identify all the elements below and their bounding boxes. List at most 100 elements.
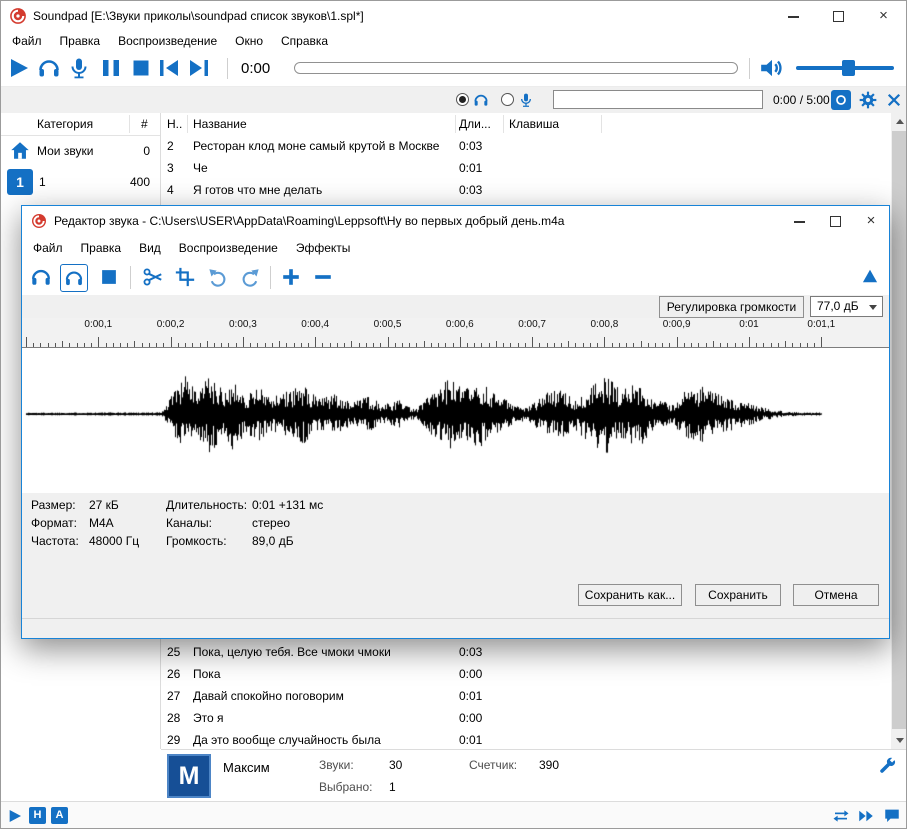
category-header-count[interactable]: # [141, 113, 148, 135]
recording-time: 0:00 / 5:00 [773, 93, 830, 107]
previous-button[interactable] [157, 56, 181, 80]
menu-item[interactable]: Окно [226, 31, 272, 51]
minimize-button[interactable] [781, 206, 817, 236]
cancel-recording-button[interactable] [885, 91, 903, 109]
next-icon [187, 56, 211, 80]
category-label: 1 [39, 175, 46, 189]
category-header-name[interactable]: Категория [37, 113, 93, 135]
category-item-my-sounds[interactable]: Мои звуки 0 [1, 137, 160, 165]
menu-item[interactable]: Воспроизведение [109, 31, 226, 51]
ruler-tick [242, 337, 244, 347]
stop-icon [98, 266, 120, 288]
pause-button[interactable] [99, 56, 123, 80]
menu-item[interactable]: Файл [24, 236, 72, 261]
fast-forward-icon [857, 807, 875, 825]
waveform-area[interactable] [22, 347, 889, 493]
seek-slider[interactable] [294, 62, 738, 74]
menu-item[interactable]: Файл [3, 31, 51, 51]
size-label: Размер: [31, 498, 76, 512]
play-on-mic-button[interactable] [67, 56, 91, 80]
settings-button[interactable] [858, 90, 878, 110]
ruler-tick [459, 337, 461, 347]
scroll-down-button[interactable] [891, 732, 906, 749]
sound-rows-bottom: 25 Пока, целую тебя. Все чмоки чмоки 0:03 2… [161, 641, 891, 749]
close-button[interactable]: × [861, 1, 906, 31]
scrollbar-thumb[interactable] [892, 131, 906, 729]
menu-item[interactable]: Справка [272, 31, 337, 51]
radio-microphone[interactable] [501, 93, 514, 106]
volume-level-combobox[interactable]: 77,0 дБ [810, 296, 883, 317]
column-name[interactable]: Название [193, 113, 247, 135]
search-input[interactable] [553, 90, 763, 109]
badge-autostart[interactable]: A [51, 807, 68, 824]
play-button[interactable] [7, 56, 31, 80]
sound-row[interactable]: 2 Ресторан клод моне самый крутой в Москв… [161, 135, 891, 157]
chevron-down-icon [869, 305, 877, 310]
zoom-out-button[interactable] [312, 266, 334, 288]
record-button[interactable] [831, 90, 851, 110]
sound-row[interactable]: 27 Давай спокойно поговорим 0:01 [161, 685, 891, 707]
menu-item[interactable]: Правка [51, 31, 110, 51]
sound-row[interactable]: 4Я готов что мне делать 0:03 [161, 179, 891, 201]
radio-speakers[interactable] [456, 93, 469, 106]
autoplay-button[interactable] [7, 808, 23, 824]
save-button[interactable]: Сохранить [695, 584, 781, 606]
sound-row[interactable]: 25 Пока, целую тебя. Все чмоки чмоки 0:03 [161, 641, 891, 663]
elapsed-time: 0:00 [241, 60, 271, 77]
save-as-button[interactable]: Сохранить как... [578, 584, 682, 606]
minimize-button[interactable] [771, 1, 816, 31]
feedback-button[interactable] [883, 807, 901, 825]
trim-button[interactable] [174, 266, 196, 288]
avatar[interactable]: M [167, 754, 211, 798]
close-button[interactable]: × [853, 206, 889, 236]
separator [130, 266, 131, 289]
preview-button[interactable] [30, 266, 52, 288]
sound-editor-dialog: Редактор звука - C:\Users\USER\AppData\R… [21, 205, 890, 639]
column-duration[interactable]: Дли... [459, 113, 491, 135]
play-on-speakers-button[interactable] [37, 56, 61, 80]
expand-panel-button[interactable] [860, 266, 880, 286]
redo-button[interactable] [238, 266, 260, 288]
ruler-tick [532, 337, 534, 347]
fast-forward-button[interactable] [857, 807, 875, 825]
editor-volume-row: Регулировка громкости 77,0 дБ [22, 295, 889, 318]
stop-button[interactable] [129, 56, 153, 80]
sound-row[interactable]: 28 Это я 0:00 [161, 707, 891, 729]
next-button[interactable] [187, 56, 211, 80]
main-titlebar: Soundpad [E:\Звуки приколы\soundpad спис… [1, 1, 906, 31]
wrench-icon [878, 756, 898, 776]
sound-row[interactable]: 3 Че 0:01 [161, 157, 891, 179]
list-scrollbar[interactable] [891, 113, 906, 749]
loop-icon [832, 807, 850, 825]
cancel-button[interactable]: Отмена [793, 584, 879, 606]
stop-button[interactable] [98, 266, 120, 288]
menu-item[interactable]: Правка [72, 236, 131, 261]
volume-adjust-button[interactable]: Регулировка громкости [659, 296, 804, 318]
maximize-button[interactable] [817, 206, 853, 236]
category-item-1[interactable]: 1 1 400 [1, 167, 160, 197]
column-hotkey[interactable]: Клавиша [509, 113, 559, 135]
editor-titlebar: Редактор звука - C:\Users\USER\AppData\R… [22, 206, 889, 236]
maximize-button[interactable] [816, 1, 861, 31]
menu-item[interactable]: Эффекты [287, 236, 360, 261]
cut-button[interactable] [142, 266, 164, 288]
undo-button[interactable] [208, 266, 230, 288]
sound-row[interactable]: 29 Да это вообще случайность была 0:01 [161, 729, 891, 749]
badge-hotkeys[interactable]: H [29, 807, 46, 824]
zoom-in-button[interactable] [280, 266, 302, 288]
sound-row[interactable]: 26 Пока 0:00 [161, 663, 891, 685]
menu-item[interactable]: Воспроизведение [170, 236, 287, 261]
scroll-up-button[interactable] [891, 113, 906, 130]
menu-item[interactable]: Вид [130, 236, 170, 261]
app-logo-icon [9, 7, 27, 25]
timeline-ruler[interactable]: 0:00,1 0:00,2 0:00,3 0:00,4 0:00,5 0:00,6 0:00… [22, 318, 889, 347]
category-count: 0 [143, 144, 150, 158]
mute-button[interactable] [759, 55, 785, 81]
listen-toggle-active[interactable] [60, 264, 88, 292]
volume-slider-handle[interactable] [842, 60, 855, 76]
repeat-button[interactable] [832, 807, 850, 825]
main-toolbar: 0:00 [1, 51, 906, 87]
column-number[interactable]: Н.. [167, 113, 182, 135]
tools-button[interactable] [878, 756, 898, 776]
waveform-canvas[interactable] [22, 348, 889, 493]
